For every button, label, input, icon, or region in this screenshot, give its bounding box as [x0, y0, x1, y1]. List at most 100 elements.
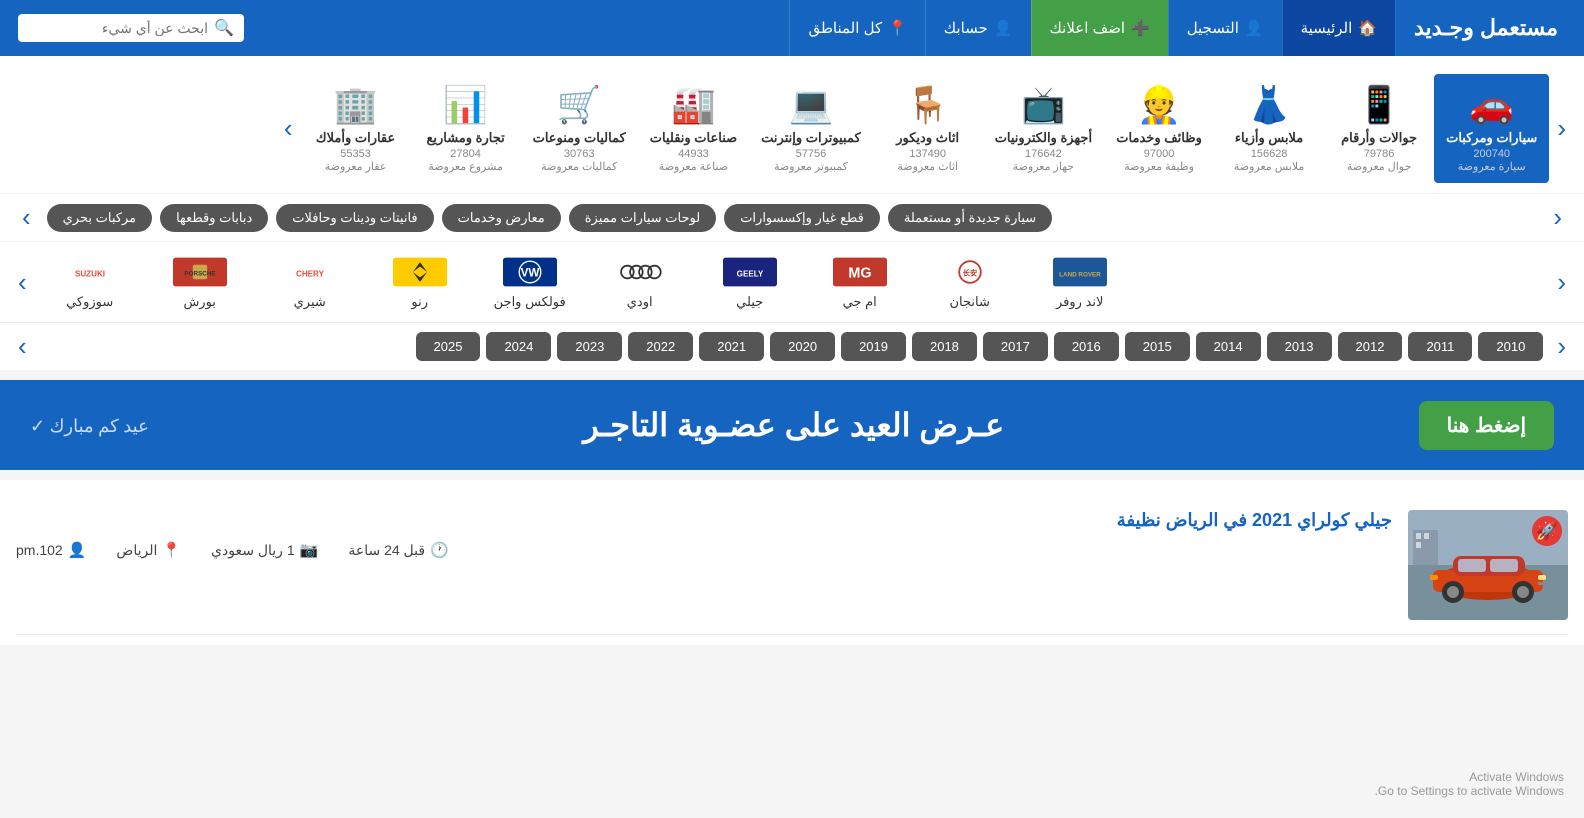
categories-row: 🚗 سيارات ومركبات 200740سيارة معروضة 📱 جو…	[301, 74, 1550, 183]
nav-regions[interactable]: 📍 كل المناطق	[789, 0, 924, 56]
sub-tag-4[interactable]: فانيتات ودينات وحافلات	[276, 204, 433, 232]
brand-name-land-rover: لاند روفر	[1056, 294, 1103, 310]
year-btn-2019[interactable]: 2019	[841, 332, 906, 361]
brand-logo-geely: GEELY	[720, 254, 780, 290]
categories-next-arrow[interactable]: ›	[276, 113, 301, 144]
year-btn-2014[interactable]: 2014	[1196, 332, 1261, 361]
year-btn-2024[interactable]: 2024	[486, 332, 551, 361]
sub-tag-3[interactable]: معارض وخدمات	[442, 204, 561, 232]
sub-tag-2[interactable]: لوحات سيارات مميزة	[569, 204, 716, 232]
category-name-trade: تجارة ومشاريع	[426, 130, 504, 146]
windows-line1: Activate Windows	[1375, 770, 1564, 784]
listings-section: 🚀 جيلي كولراي 2021 في الرياض نظيفة 🕐 قبل…	[0, 480, 1584, 645]
sub-tag-5[interactable]: دبابات وقطعها	[160, 204, 268, 232]
listing-location: الرياض	[116, 542, 157, 559]
nav-home[interactable]: 🏠 الرئيسية	[1282, 0, 1395, 56]
category-name-jobs: وظائف وخدمات	[1116, 130, 1202, 146]
year-btn-2022[interactable]: 2022	[628, 332, 693, 361]
brands-next-arrow[interactable]: ›	[10, 267, 35, 298]
nav-add-ad[interactable]: ➕ اضف اعلانك	[1031, 0, 1168, 56]
category-item-phones[interactable]: 📱 جوالات وأرقام 79786جوال معروضة	[1324, 74, 1434, 183]
brands-row: ‹ LAND ROVER لاند روفر 长安 شانجان MG ام ج…	[0, 241, 1584, 322]
year-btn-2012[interactable]: 2012	[1338, 332, 1403, 361]
listing-title[interactable]: جيلي كولراي 2021 في الرياض نظيفة	[16, 510, 1392, 531]
category-count-computers: 57756كمبيوتر معروضة	[774, 148, 848, 173]
meta-price: 📷 1 ريال سعودي	[211, 541, 318, 559]
category-item-cars[interactable]: 🚗 سيارات ومركبات 200740سيارة معروضة	[1434, 74, 1549, 183]
search-input[interactable]	[28, 20, 208, 36]
brand-item-mg[interactable]: MG ام جي	[805, 250, 915, 314]
brand-item-volkswagen[interactable]: VW فولكس واجن	[475, 250, 585, 314]
nav-home-label: الرئيسية	[1301, 19, 1353, 37]
subtags-next-arrow[interactable]: ›	[14, 202, 39, 233]
svg-text:长安: 长安	[962, 269, 976, 278]
nav-account[interactable]: 👤 حسابك	[925, 0, 1031, 56]
year-btn-2015[interactable]: 2015	[1125, 332, 1190, 361]
brand-item-land-rover[interactable]: LAND ROVER لاند روفر	[1025, 250, 1135, 314]
category-item-clothes[interactable]: 👗 ملابس وأزياء 156628ملابس معروضة	[1214, 74, 1324, 183]
years-prev-arrow[interactable]: ‹	[1549, 331, 1574, 362]
year-btn-2016[interactable]: 2016	[1054, 332, 1119, 361]
nav-register-label: التسجيل	[1187, 19, 1239, 37]
category-icon-clothes: 👗	[1247, 84, 1292, 126]
nav-register[interactable]: 👤 التسجيل	[1168, 0, 1282, 56]
brand-item-chery[interactable]: CHERY شيري	[255, 250, 365, 314]
category-item-furniture[interactable]: 🪑 اثاث وديكور 137490اثاث معروضة	[873, 74, 983, 183]
category-icon-furniture: 🪑	[905, 84, 950, 126]
category-icon-trade: 📊	[443, 84, 488, 126]
sub-tag-1[interactable]: قطع غيار وإكسسوارات	[724, 204, 880, 232]
year-btn-2020[interactable]: 2020	[770, 332, 835, 361]
year-btn-2010[interactable]: 2010	[1478, 332, 1543, 361]
year-btn-2023[interactable]: 2023	[557, 332, 622, 361]
promo-text: عـرض العيد على عضـوية التاجـر	[169, 406, 1419, 444]
category-name-phones: جوالات وأرقام	[1341, 130, 1417, 146]
header-nav: 🏠 الرئيسية 👤 التسجيل ➕ اضف اعلانك 👤 حساب…	[254, 0, 1395, 56]
brand-name-suzuki: سوزوكي	[66, 294, 113, 310]
category-item-electronics[interactable]: 📺 أجهزة والكترونيات 176642جهاز معروضة	[983, 74, 1104, 183]
year-btn-2018[interactable]: 2018	[912, 332, 977, 361]
brand-name-geely: جيلي	[736, 294, 763, 310]
search-box[interactable]: 🔍	[18, 14, 244, 42]
year-btn-2017[interactable]: 2017	[983, 332, 1048, 361]
subtags-prev-arrow[interactable]: ‹	[1545, 202, 1570, 233]
sub-tag-0[interactable]: سيارة جديدة أو مستعملة	[888, 204, 1052, 232]
windows-watermark: Activate Windows Go to Settings to activ…	[1375, 770, 1564, 798]
category-count-cars: 200740سيارة معروضة	[1458, 148, 1526, 173]
brand-name-renault: رنو	[411, 294, 428, 310]
brand-item-porsche[interactable]: PORSCHE بورش	[145, 250, 255, 314]
year-btn-2013[interactable]: 2013	[1267, 332, 1332, 361]
category-item-realestate[interactable]: 🏢 عقارات وأملاك 55353عقار معروضة	[301, 74, 411, 183]
category-item-accessories[interactable]: 🛒 كماليات ومنوعات 30763كماليات معروضة	[521, 74, 638, 183]
promo-button[interactable]: إضغط هنا	[1419, 401, 1554, 450]
brand-item-suzuki[interactable]: SUZUKI سوزوكي	[35, 250, 145, 314]
nav-account-label: حسابك	[944, 19, 988, 37]
year-btn-2021[interactable]: 2021	[699, 332, 764, 361]
brand-item-audi[interactable]: اودي	[585, 250, 695, 314]
logo[interactable]: مستعمل وجـديد	[1395, 0, 1576, 56]
svg-text:VW: VW	[520, 267, 540, 280]
category-icon-cars: 🚗	[1469, 84, 1514, 126]
brands-prev-arrow[interactable]: ‹	[1549, 267, 1574, 298]
meta-time: 🕐 قبل 24 ساعة	[348, 541, 448, 559]
regions-icon: 📍	[888, 19, 907, 37]
brand-item-renault[interactable]: رنو	[365, 250, 475, 314]
brand-item-changan[interactable]: 长安 شانجان	[915, 250, 1025, 314]
category-icon-computers: 💻	[789, 84, 834, 126]
years-next-arrow[interactable]: ›	[10, 331, 35, 362]
sub-tag-6[interactable]: مركبات بحري	[47, 204, 152, 232]
year-btn-2011[interactable]: 2011	[1408, 332, 1472, 361]
category-item-computers[interactable]: 💻 كمبيوترات وإنترنت 57756كمبيوتر معروضة	[749, 74, 873, 183]
listing-meta: 🕐 قبل 24 ساعة 📷 1 ريال سعودي 📍 الرياض 👤 …	[16, 541, 1392, 559]
svg-text:PORSCHE: PORSCHE	[184, 271, 215, 278]
category-item-trade[interactable]: 📊 تجارة ومشاريع 27804مشروع معروضة	[411, 74, 521, 183]
categories-prev-arrow[interactable]: ‹	[1549, 113, 1574, 144]
brand-item-geely[interactable]: GEELY جيلي	[695, 250, 805, 314]
header: مستعمل وجـديد 🏠 الرئيسية 👤 التسجيل ➕ اضف…	[0, 0, 1584, 56]
category-item-jobs[interactable]: 👷 وظائف وخدمات 97000وظيفة معروضة	[1104, 74, 1214, 183]
boost-badge: 🚀	[1532, 516, 1562, 546]
year-btn-2025[interactable]: 2025	[416, 332, 481, 361]
category-count-phones: 79786جوال معروضة	[1347, 148, 1411, 173]
category-item-factories[interactable]: 🏭 صناعات ونقليات 44933صناعة معروضة	[638, 74, 749, 183]
location-icon: 📍	[162, 541, 181, 559]
clock-icon: 🕐	[430, 541, 449, 559]
